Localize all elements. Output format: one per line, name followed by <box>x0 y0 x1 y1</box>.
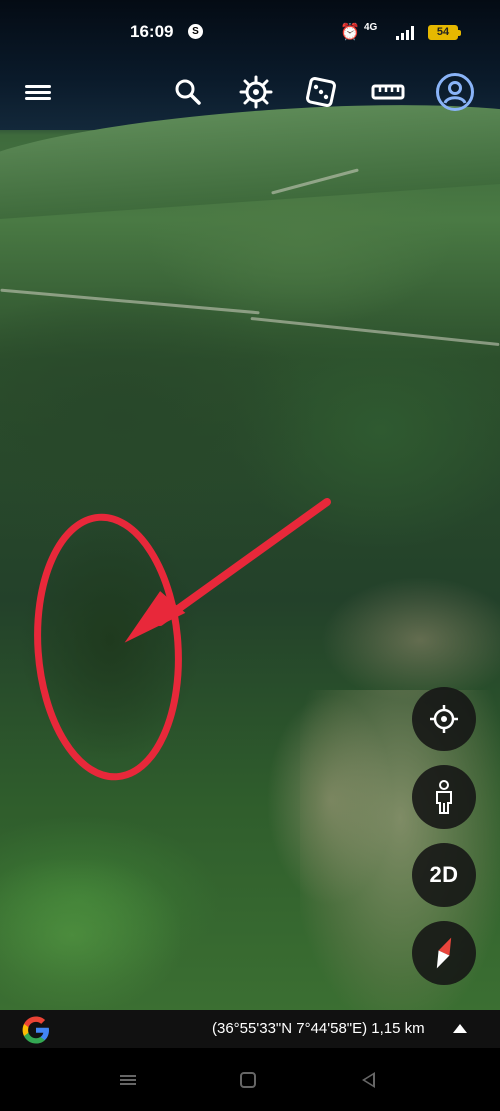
road-line <box>0 288 260 315</box>
alarm-icon: ⏰ <box>340 24 360 41</box>
street-view-button[interactable] <box>412 765 476 829</box>
view-mode-label: 2D <box>429 862 459 887</box>
status-bar: 16:09 S ⏰ 4G 54 <box>0 0 500 64</box>
system-navigation-bar <box>0 1048 500 1111</box>
feeling-lucky-button[interactable] <box>299 70 343 114</box>
home-button[interactable] <box>234 1066 262 1094</box>
home-icon <box>240 1072 256 1088</box>
menu-icon <box>25 82 51 103</box>
recents-button[interactable] <box>114 1066 142 1094</box>
street-view-pegman-icon <box>436 780 452 814</box>
field-area <box>0 860 180 1010</box>
clock: 16:09 <box>130 22 174 41</box>
notification-badge: S <box>188 24 203 39</box>
back-icon <box>361 1072 375 1088</box>
my-location-button[interactable] <box>412 687 476 751</box>
voyager-button[interactable] <box>234 70 278 114</box>
compass-icon <box>436 937 452 969</box>
my-location-icon <box>430 705 458 733</box>
account-button[interactable] <box>433 70 477 114</box>
road-line <box>250 316 500 347</box>
search-icon <box>175 79 201 105</box>
back-button[interactable] <box>354 1066 382 1094</box>
google-logo <box>22 1016 49 1044</box>
measure-ruler-icon <box>371 84 405 100</box>
recents-icon <box>120 1073 136 1087</box>
voyager-icon <box>239 75 273 109</box>
search-button[interactable] <box>166 70 210 114</box>
random-dice-icon <box>306 77 336 107</box>
battery-icon: 54 <box>428 25 461 40</box>
top-toolbar <box>0 64 500 120</box>
coordinates-scale-readout: (36°55'33"N 7°44'58"E) 1,15 km <box>212 1020 425 1037</box>
menu-button[interactable] <box>16 70 60 114</box>
view-mode-toggle[interactable]: 2D <box>412 843 476 907</box>
signal-icon <box>396 26 416 40</box>
measure-button[interactable] <box>366 70 410 114</box>
network-4g-icon: 4G <box>364 22 378 33</box>
expand-up-icon[interactable] <box>453 1024 467 1033</box>
compass-button[interactable] <box>412 921 476 985</box>
account-icon <box>436 73 474 111</box>
battery-level: 54 <box>436 26 450 38</box>
attribution-bar: (36°55'33"N 7°44'58"E) 1,15 km <box>0 1010 500 1048</box>
